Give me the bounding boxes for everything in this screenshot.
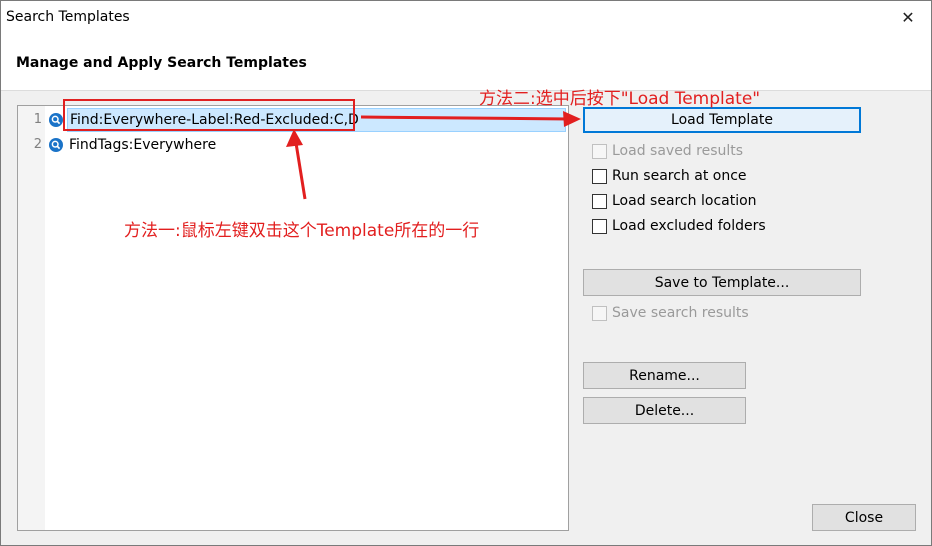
checkbox-label: Run search at once xyxy=(612,168,747,184)
annotation-method-two: 方法二:选中后按下"Load Template" xyxy=(479,89,761,109)
close-icon: ✕ xyxy=(901,7,915,27)
window-close-button[interactable]: ✕ xyxy=(885,1,931,33)
save-search-results-checkbox[interactable]: Save search results xyxy=(592,305,749,321)
line-number: 1 xyxy=(33,112,42,127)
rename-button[interactable]: Rename... xyxy=(583,362,746,389)
template-label: FindTags:Everywhere xyxy=(69,137,217,153)
checkbox-label: Load excluded folders xyxy=(612,218,766,234)
dialog-heading: Manage and Apply Search Templates xyxy=(16,55,307,71)
checkbox-box xyxy=(592,218,607,234)
load-saved-results-checkbox[interactable]: Load saved results xyxy=(592,143,743,159)
list-item[interactable]: 2 FindTags:Everywhere xyxy=(18,133,568,157)
search-icon xyxy=(49,113,63,127)
load-excluded-folders-checkbox[interactable]: Load excluded folders xyxy=(592,218,766,234)
checkbox-label: Load search location xyxy=(612,193,757,209)
checkbox-box xyxy=(592,193,607,209)
window-title: Search Templates xyxy=(6,9,130,25)
title-bar: Search Templates ✕ xyxy=(1,1,931,33)
templates-list[interactable]: 1 Find:Everywhere-Label:Red-Excluded:C,D… xyxy=(17,105,569,531)
save-to-template-button[interactable]: Save to Template... xyxy=(583,269,861,296)
dialog-header: Manage and Apply Search Templates xyxy=(1,33,931,91)
delete-button[interactable]: Delete... xyxy=(583,397,746,424)
load-search-location-checkbox[interactable]: Load search location xyxy=(592,193,757,209)
annotation-method-one: 方法一:鼠标左键双击这个Template所在的一行 xyxy=(124,221,480,241)
checkbox-box xyxy=(592,143,607,159)
search-templates-dialog: Search Templates ✕ Manage and Apply Sear… xyxy=(0,0,932,546)
annotation-highlight-box xyxy=(63,99,355,131)
load-template-button[interactable]: Load Template xyxy=(583,107,861,133)
line-number-gutter xyxy=(18,106,45,530)
line-number: 2 xyxy=(33,137,42,152)
checkbox-label: Save search results xyxy=(612,305,749,321)
run-search-at-once-checkbox[interactable]: Run search at once xyxy=(592,168,747,184)
search-icon xyxy=(49,138,63,152)
checkbox-box xyxy=(592,305,607,321)
checkbox-box xyxy=(592,168,607,184)
close-button[interactable]: Close xyxy=(812,504,916,531)
checkbox-label: Load saved results xyxy=(612,143,744,159)
